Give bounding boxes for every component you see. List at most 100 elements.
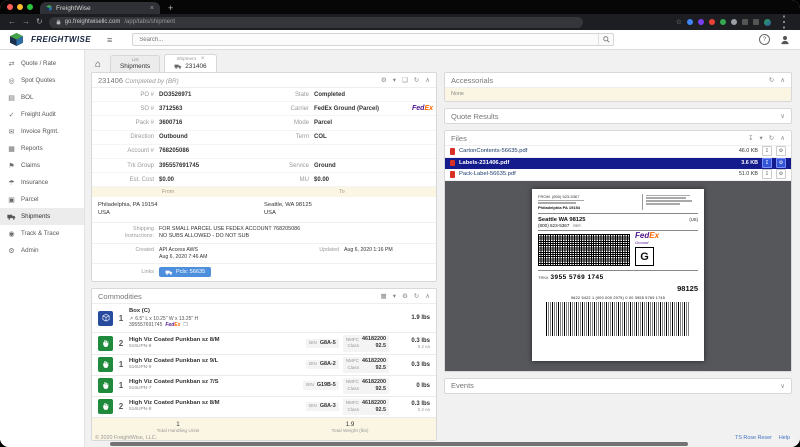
pdf-icon: [450, 148, 455, 155]
profile-avatar[interactable]: [764, 18, 771, 26]
refresh-icon[interactable]: ↻: [414, 76, 419, 84]
file-actions-button[interactable]: ⚙: [776, 169, 786, 180]
refresh-icon[interactable]: ↻: [769, 134, 774, 142]
field-label: SO #: [140, 105, 154, 112]
commodity-box-row[interactable]: 1 Box (C) ↗ 6.5" L x 10.25" W x 13.25" H …: [92, 304, 436, 334]
extension-icon[interactable]: [709, 19, 715, 25]
sidebar-item-shipments[interactable]: Shipments: [0, 208, 84, 225]
tracking-number[interactable]: 395557691745: [129, 322, 162, 329]
search-icon[interactable]: [598, 34, 613, 45]
sidebar-item-label: Parcel: [21, 196, 39, 203]
file-download-button[interactable]: ↧: [762, 169, 772, 180]
file-download-button[interactable]: ↧: [762, 146, 772, 157]
file-download-button[interactable]: ↧: [762, 157, 772, 168]
extension-icon[interactable]: [731, 19, 737, 25]
freightwise-logo-icon: [10, 33, 23, 46]
copy-icon[interactable]: ❐: [183, 322, 187, 329]
help-icon[interactable]: ?: [759, 34, 770, 45]
file-actions-button[interactable]: ⚙: [776, 157, 786, 168]
class-value: 92.5: [375, 364, 387, 371]
extension-icon[interactable]: [742, 19, 748, 25]
quote-rate-icon: ⇄: [8, 60, 15, 68]
settings-icon[interactable]: ⚙: [381, 76, 387, 84]
extension-icon[interactable]: [687, 19, 693, 25]
parcel-icon: ▣: [8, 196, 15, 204]
updated-value: Aug 6, 2020 1:16 PM: [344, 246, 393, 253]
settings-icon[interactable]: ⚙: [402, 292, 408, 300]
pdf-preview-pane[interactable]: FROM (800) 523-5367 Philadelphia PA 1915…: [445, 180, 791, 371]
collapse-icon[interactable]: ∧: [780, 76, 785, 84]
field-value: Ground: [314, 162, 336, 169]
dropdown-caret-icon[interactable]: ▾: [393, 76, 396, 84]
zoom-window-button[interactable]: [27, 4, 33, 10]
download-icon[interactable]: ↧: [748, 134, 753, 142]
sidebar-item-label: BOL: [21, 94, 34, 101]
grid-icon[interactable]: ▦: [381, 292, 387, 300]
sidebar-item-freight-audit[interactable]: ✓ Freight Audit: [0, 106, 84, 123]
sidebar-item-spot-quotes[interactable]: ◎ Spot Quotes: [0, 72, 84, 89]
home-icon[interactable]: ⌂: [95, 59, 101, 70]
file-name: Labels-231406.pdf: [459, 159, 510, 166]
extension-icon[interactable]: [698, 19, 704, 25]
file-row[interactable]: Pack-Label-56635.pdf 51.0 KB ↧ ⚙: [445, 169, 791, 181]
refresh-icon[interactable]: ↻: [414, 292, 419, 300]
tab-shipment-231406[interactable]: Shipment × 231406: [164, 53, 217, 72]
forward-icon[interactable]: →: [22, 18, 30, 26]
footer-links: TS Rose Reser Help: [735, 435, 790, 441]
reports-icon: ▦: [8, 145, 15, 153]
extension-icon[interactable]: [753, 19, 759, 25]
reload-icon[interactable]: ↻: [36, 18, 43, 26]
parcels-link-button[interactable]: Pcls: 56635: [159, 267, 212, 278]
commodity-item-row[interactable]: 2 High Viz Coated Punkban sz 8/M 516UPN-8…: [92, 397, 436, 418]
close-window-button[interactable]: [7, 4, 13, 10]
file-row-selected[interactable]: Labels-231406.pdf 3.6 KB ↧ ⚙: [445, 157, 791, 169]
browser-tab[interactable]: FreightWise ×: [40, 2, 160, 14]
print-icon[interactable]: ❑: [402, 76, 408, 84]
sidebar-item-track-trace[interactable]: ◉ Track & Trace: [0, 225, 84, 242]
expand-icon[interactable]: ∨: [780, 112, 785, 120]
user-footer-link[interactable]: TS Rose Reser: [735, 435, 772, 441]
file-name: Pack-Label-56635.pdf: [459, 171, 516, 178]
collapse-icon[interactable]: ∧: [780, 134, 785, 142]
content-area: ⇄ Quote / Rate ◎ Spot Quotes ▤ BOL ✓ Freight…: [0, 50, 800, 447]
horizontal-scrollbar[interactable]: [110, 442, 688, 446]
sidebar-item-admin[interactable]: ⚙ Admin: [0, 242, 84, 259]
tab-close-icon[interactable]: ×: [150, 5, 154, 12]
label-from: FROM: [538, 193, 550, 199]
sidebar-item-reports[interactable]: ▦ Reports: [0, 140, 84, 157]
tab-shipments-list[interactable]: List Shipments: [110, 55, 161, 72]
minimize-window-button[interactable]: [17, 4, 23, 10]
refresh-icon[interactable]: ↻: [769, 76, 774, 84]
search-input[interactable]: [133, 36, 599, 43]
file-row[interactable]: CartonContents-56635.pdf 46.0 KB ↧ ⚙: [445, 146, 791, 158]
tab-close-icon[interactable]: ×: [201, 56, 205, 63]
menu-hamburger-icon[interactable]: ≡: [107, 35, 112, 45]
nmfc-value: 46182200: [362, 378, 386, 385]
user-icon[interactable]: [780, 35, 790, 45]
sidebar-item-parcel[interactable]: ▣ Parcel: [0, 191, 84, 208]
back-icon[interactable]: ←: [8, 18, 16, 26]
new-tab-button[interactable]: +: [168, 3, 173, 13]
sidebar-item-bol[interactable]: ▤ BOL: [0, 89, 84, 106]
expand-icon[interactable]: ∨: [780, 382, 785, 390]
sidebar-item-claims[interactable]: ⚑ Claims: [0, 157, 84, 174]
commodity-item-row[interactable]: 1 High Viz Coated Punkban sz 9/L 516UPN-9…: [92, 355, 436, 376]
commodity-item-row[interactable]: 2 High Viz Coated Punkban sz 8/M 516UPN-8…: [92, 333, 436, 355]
quantity: 1: [118, 313, 124, 323]
sidebar-item-invoice-rgmt[interactable]: ✉ Invoice Rgmt.: [0, 123, 84, 140]
file-actions-button[interactable]: ⚙: [776, 146, 786, 157]
sidebar-item-insurance[interactable]: ☂ Insurance: [0, 174, 84, 191]
dropdown-caret-icon[interactable]: ▾: [393, 292, 396, 300]
extension-icon[interactable]: [720, 19, 726, 25]
bookmark-star-icon[interactable]: ☆: [676, 18, 682, 26]
collapse-icon[interactable]: ∧: [425, 292, 430, 300]
collapse-icon[interactable]: ∧: [425, 76, 430, 84]
url-bar[interactable]: go.freightwisellc.com/app/tabs/shipment: [48, 16, 583, 28]
help-link[interactable]: Help: [779, 435, 790, 441]
glove-icon: [98, 335, 113, 351]
dropdown-caret-icon[interactable]: ▾: [760, 134, 763, 142]
commodity-item-row[interactable]: 1 High Viz Coated Punkban sz 7/S 516UPN-7…: [92, 376, 436, 397]
bin-chip: BIN G8A-5: [306, 338, 339, 348]
browser-menu-icon[interactable]: ⋮: [776, 12, 792, 32]
sidebar-item-quote-rate[interactable]: ⇄ Quote / Rate: [0, 55, 84, 72]
